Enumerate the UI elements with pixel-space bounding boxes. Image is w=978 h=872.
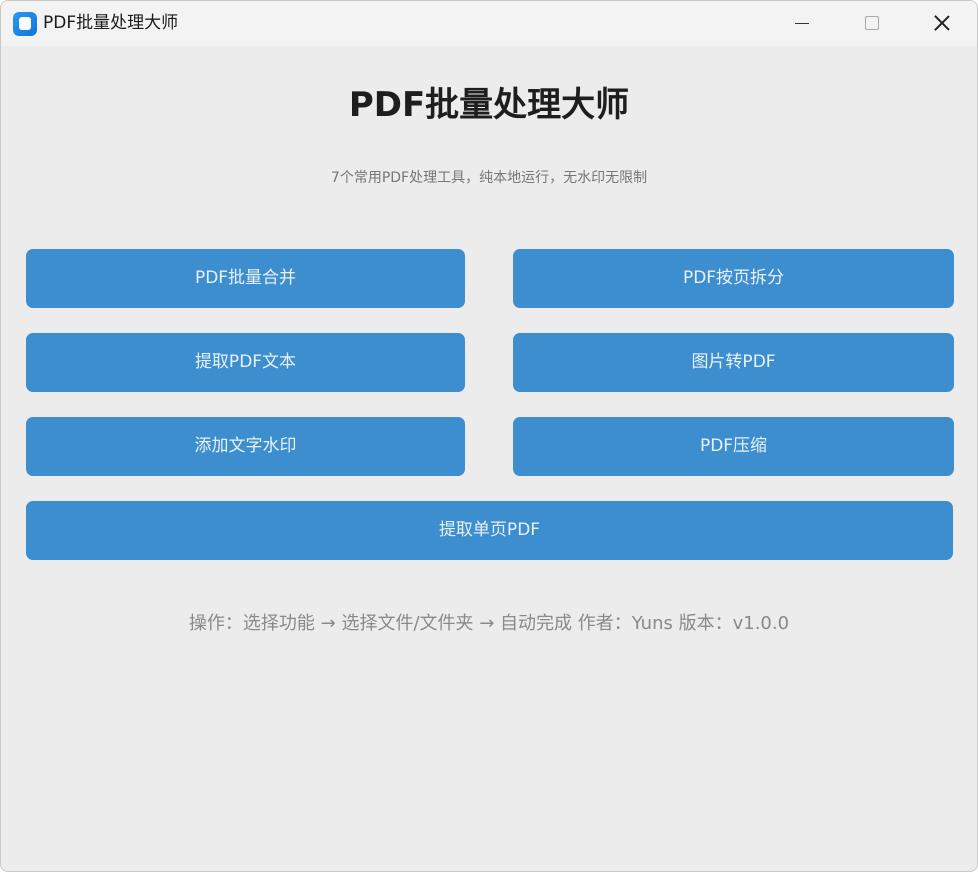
image-to-pdf-button[interactable]: 图片转PDF [513,333,954,392]
extract-page-button[interactable]: 提取单页PDF [26,501,953,560]
extract-text-button[interactable]: 提取PDF文本 [26,333,465,392]
footer-info: 操作：选择功能 → 选择文件/文件夹 → 自动完成 作者：Yuns 版本：v1.… [188,613,790,634]
maximize-icon [865,16,879,30]
app-icon [13,12,37,36]
minimize-icon [795,23,809,24]
close-button[interactable] [907,1,977,46]
window-title: PDF批量处理大师 [43,13,179,33]
app-window: PDF批量处理大师 PDF批量处理大师 7个常用PDF处理工具，纯本地运行，无水… [0,0,978,872]
close-icon [934,15,950,31]
pdf-split-button[interactable]: PDF按页拆分 [513,249,954,308]
minimize-button[interactable] [767,1,837,46]
page-subtitle: 7个常用PDF处理工具，纯本地运行，无水印无限制 [330,170,648,186]
maximize-button[interactable] [837,1,907,46]
pdf-compress-button[interactable]: PDF压缩 [513,417,954,476]
add-watermark-button[interactable]: 添加文字水印 [26,417,465,476]
title-bar[interactable]: PDF批量处理大师 [1,1,977,46]
pdf-merge-button[interactable]: PDF批量合并 [26,249,465,308]
page-title: PDF批量处理大师 [348,85,630,125]
